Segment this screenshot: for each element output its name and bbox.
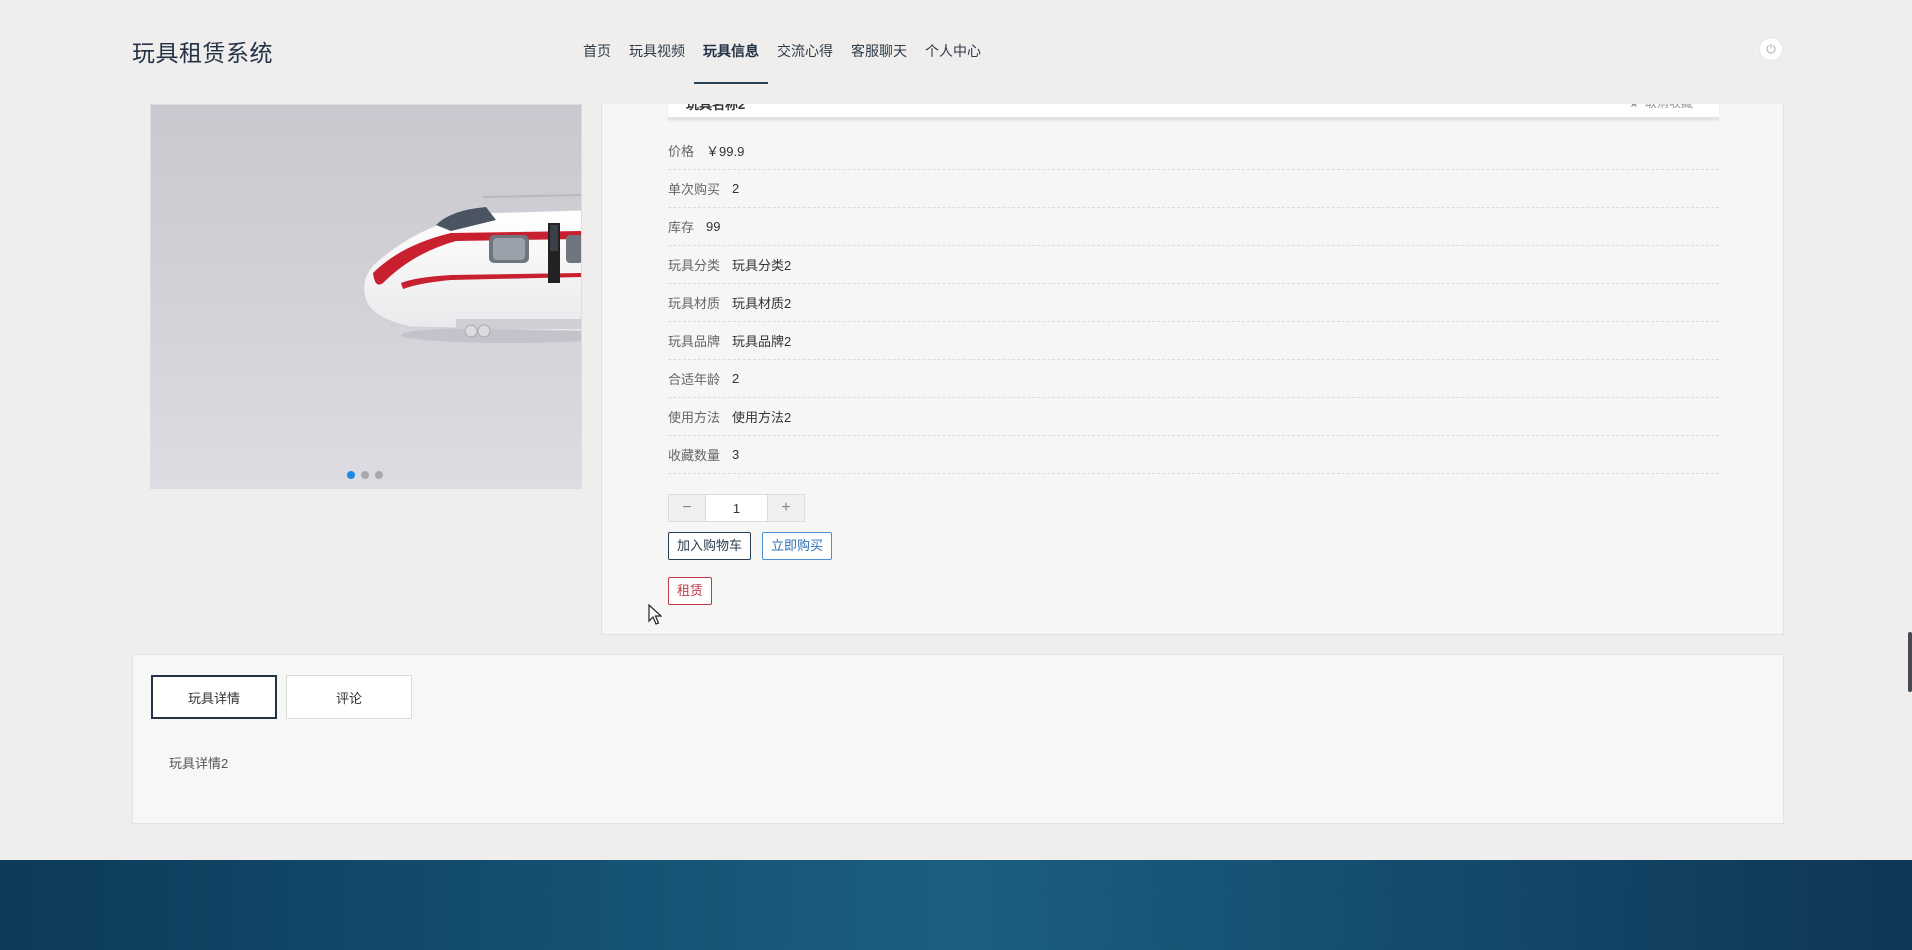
quantity-stepper: − +	[668, 494, 805, 522]
main-nav: 首页 玩具视频 玩具信息 交流心得 客服聊天 个人中心	[574, 0, 990, 84]
attr-row-brand: 玩具品牌 玩具品牌2	[668, 322, 1719, 360]
attr-row-price: 价格 ￥99.9	[668, 132, 1719, 170]
power-icon[interactable]	[1760, 38, 1782, 60]
attr-value: 2	[732, 371, 740, 386]
increment-button[interactable]: +	[768, 495, 804, 521]
nav-customer-chat[interactable]: 客服聊天	[842, 0, 916, 84]
attr-label: 价格	[668, 144, 695, 159]
attr-row-age: 合适年龄 2	[668, 360, 1719, 398]
mouse-cursor-icon	[648, 604, 662, 625]
attr-value: 2	[732, 181, 740, 196]
nav-toy-info[interactable]: 玩具信息	[694, 0, 768, 84]
attr-label: 使用方法	[668, 410, 721, 425]
buy-now-button[interactable]: 立即购买	[762, 532, 833, 560]
attr-label: 玩具品牌	[668, 334, 721, 349]
carousel-indicators	[347, 471, 383, 479]
attr-value: 3	[732, 447, 740, 462]
detail-section: 玩具详情 评论 玩具详情2	[132, 654, 1784, 824]
nav-personal-center[interactable]: 个人中心	[916, 0, 990, 84]
attr-label: 合适年龄	[668, 372, 721, 387]
header: 玩具租赁系统 首页 玩具视频 玩具信息 交流心得 客服聊天 个人中心	[0, 0, 1912, 104]
page: 玩具租赁系统 首页 玩具视频 玩具信息 交流心得 客服聊天 个人中心 玩具名称2…	[0, 0, 1912, 950]
site-title: 玩具租赁系统	[132, 40, 273, 66]
tab-comments[interactable]: 评论	[286, 675, 412, 719]
detail-content: 玩具详情2	[169, 756, 229, 771]
carousel-dot[interactable]	[375, 471, 383, 479]
attr-label: 玩具材质	[668, 296, 721, 311]
train-image	[363, 194, 581, 343]
attr-label: 玩具分类	[668, 258, 721, 273]
nav-toy-video[interactable]: 玩具视频	[620, 0, 694, 84]
carousel-dot[interactable]	[361, 471, 369, 479]
quantity-input[interactable]	[705, 495, 768, 521]
attr-label: 收藏数量	[668, 448, 721, 463]
scrollbar-thumb[interactable]	[1908, 632, 1912, 692]
rent-button[interactable]: 租赁	[668, 577, 713, 605]
footer	[0, 860, 1912, 950]
add-to-cart-button[interactable]: 加入购物车	[668, 532, 752, 560]
attr-row-usage: 使用方法 使用方法2	[668, 398, 1719, 436]
carousel-dot[interactable]	[347, 471, 355, 479]
attr-row-category: 玩具分类 玩具分类2	[668, 246, 1719, 284]
attr-label: 库存	[668, 220, 695, 235]
nav-experience[interactable]: 交流心得	[768, 0, 842, 84]
attr-value: 玩具材质2	[732, 296, 792, 311]
product-attributes: 价格 ￥99.9 单次购买 2 库存 99 玩具分类 玩具分类2 玩具材质 玩具…	[668, 132, 1719, 474]
attr-label: 单次购买	[668, 182, 721, 197]
product-info-panel: 玩具名称2 取消收藏 价格 ￥99.9 单次购买 2 库存 99	[601, 94, 1784, 635]
attr-value: ￥99.9	[706, 144, 745, 159]
tab-toy-detail[interactable]: 玩具详情	[151, 675, 277, 719]
attr-value: 99	[706, 219, 721, 234]
product-image-carousel[interactable]	[150, 104, 582, 489]
attr-row-favorites: 收藏数量 3	[668, 436, 1719, 474]
attr-row-single-purchase: 单次购买 2	[668, 170, 1719, 208]
nav-home[interactable]: 首页	[574, 0, 620, 84]
attr-row-material: 玩具材质 玩具材质2	[668, 284, 1719, 322]
attr-value: 玩具品牌2	[732, 334, 792, 349]
decrement-button[interactable]: −	[669, 495, 705, 521]
attr-row-stock: 库存 99	[668, 208, 1719, 246]
attr-value: 使用方法2	[732, 410, 792, 425]
attr-value: 玩具分类2	[732, 258, 792, 273]
detail-tabs: 玩具详情 评论	[151, 675, 412, 719]
